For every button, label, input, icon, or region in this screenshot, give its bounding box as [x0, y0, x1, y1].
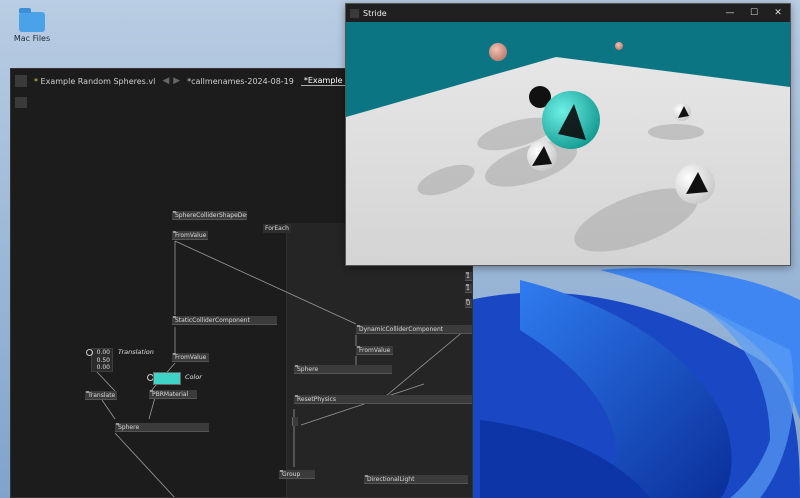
translation-label: Translation: [118, 348, 154, 356]
node-group[interactable]: Group: [279, 470, 315, 479]
node-from-value-1[interactable]: FromValue: [172, 231, 208, 240]
color-swatch-input[interactable]: [153, 372, 181, 385]
3d-scene-viewport[interactable]: [346, 22, 790, 265]
folder-icon: [19, 8, 45, 32]
node-from-value-3[interactable]: FromValue: [356, 346, 393, 355]
node-reset-physics[interactable]: ResetPhysics: [294, 395, 472, 404]
sphere-pink-small: [615, 42, 623, 50]
stride-app-icon: [350, 8, 359, 18]
node-translate[interactable]: Translate: [85, 391, 117, 400]
node-tiny-3[interactable]: U: [465, 299, 472, 308]
node-pbr-material[interactable]: PBRMaterial: [149, 390, 197, 399]
close-button[interactable]: ✕: [766, 8, 790, 18]
translation-z-value[interactable]: 0.00: [92, 364, 110, 372]
translation-x-value[interactable]: 0.00: [92, 349, 110, 357]
translation-pin-icon[interactable]: [86, 349, 93, 356]
stride-title-bar: Stride — ☐ ✕: [346, 4, 790, 22]
node-directional-light[interactable]: DirectionalLight: [364, 475, 468, 484]
translation-vector-input[interactable]: 0.00 0.50 0.00: [91, 348, 113, 372]
color-label: Color: [185, 373, 202, 381]
region-border-pin[interactable]: [292, 417, 298, 426]
desktop-icon-label: Mac Files: [13, 34, 51, 43]
stride-render-window: Stride — ☐ ✕: [345, 3, 791, 266]
node-sphere[interactable]: Sphere: [115, 423, 209, 432]
node-from-value-2[interactable]: FromValue: [172, 353, 209, 362]
minimize-button[interactable]: —: [718, 8, 742, 18]
node-sphere-collider-shape-desc[interactable]: SphereColliderShapeDesc: [172, 211, 247, 220]
node-sphere-inner[interactable]: Sphere: [294, 365, 392, 374]
node-static-collider-component[interactable]: StaticColliderComponent: [172, 316, 277, 325]
translation-y-value[interactable]: 0.50: [92, 357, 110, 365]
node-tiny-2[interactable]: 1: [465, 284, 472, 293]
sphere-pink-large: [489, 43, 507, 61]
node-dynamic-collider-component[interactable]: DynamicColliderComponent: [356, 325, 472, 334]
maximize-button[interactable]: ☐: [742, 8, 766, 18]
desktop-icon-mac-files[interactable]: Mac Files: [12, 8, 52, 43]
node-tiny-1[interactable]: 1: [465, 272, 472, 281]
stride-window-title: Stride: [363, 8, 387, 18]
